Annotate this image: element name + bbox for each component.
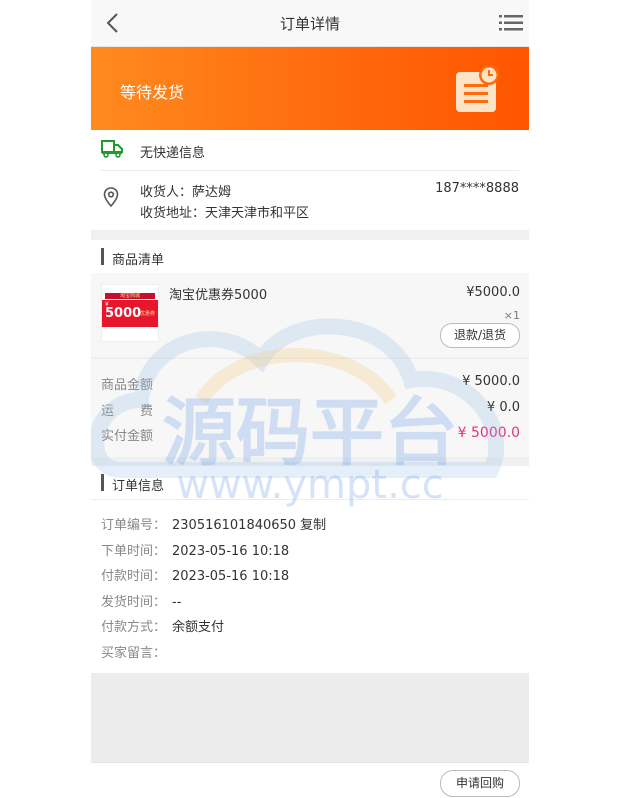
order-status-banner: 等待发货	[91, 47, 529, 130]
pay-time-row: 付款时间： 2023-05-16 10:18	[101, 565, 289, 584]
delivery-status-text: 无快递信息	[140, 146, 206, 161]
copy-button[interactable]: 复制	[300, 518, 326, 533]
order-time-row: 下单时间： 2023-05-16 10:18	[101, 540, 289, 559]
order-info-section-header: 订单信息	[91, 466, 529, 500]
info-label: 发货时间：	[101, 595, 167, 610]
amount-label: 实付金额	[101, 429, 154, 444]
info-label: 下单时间：	[101, 544, 167, 559]
receiver-name: 收货人：萨达姆	[140, 185, 232, 200]
order-status-text: 等待发货	[120, 83, 185, 102]
divider	[101, 170, 519, 171]
coupon-card: ¥ 5000 优惠券	[102, 300, 158, 327]
info-label: 订单编号：	[101, 518, 167, 533]
refund-button[interactable]: 退款/退货	[440, 323, 520, 348]
info-value: 2023-05-16 10:18	[172, 544, 290, 559]
pay-method-row: 付款方式： 余额支付	[101, 616, 224, 635]
location-pin-icon	[103, 187, 119, 207]
product-item[interactable]: 淘宝商城 ¥ 5000 优惠券 淘宝优惠券5000 ¥5000.0 ×1 退款/…	[91, 273, 529, 357]
section-marker	[101, 248, 104, 265]
info-label: 买家留言：	[101, 646, 167, 661]
product-quantity: ×1	[503, 309, 520, 322]
goods-section-title: 商品清单	[112, 253, 165, 268]
coupon-amount: 5000	[105, 306, 142, 321]
coupon-top-text: 淘宝商城	[105, 293, 155, 299]
amount-label: 商品金额	[101, 378, 154, 393]
clipboard-clock-icon	[456, 65, 499, 112]
paid-amount-value: ¥ 5000.0	[457, 425, 520, 441]
delivery-address-card: 无快递信息 收货人：萨达姆 187****8888 收货地址：天津天津市和平区	[91, 130, 529, 230]
receiver-phone: 187****8888	[435, 181, 519, 196]
order-info-section-title: 订单信息	[112, 479, 165, 494]
info-value: 余额支付	[172, 620, 225, 635]
goods-section-header: 商品清单	[91, 240, 529, 274]
product-price: ¥5000.0	[466, 285, 520, 300]
mobile-page: 订单详情 等待发货 无快递信息 收货人：萨达姆 187****8888 收货地址…	[91, 0, 529, 798]
amount-label: 运 费	[101, 404, 154, 419]
bottom-action-bar: 申请回购	[91, 762, 529, 798]
amount-row-goods: 商品金额 ¥ 5000.0	[101, 374, 520, 394]
order-number-row: 订单编号： 230516101840650 复制	[101, 514, 326, 533]
amount-value: ¥ 0.0	[486, 400, 520, 415]
delivery-row[interactable]: 无快递信息	[91, 130, 529, 170]
amount-summary: 商品金额 ¥ 5000.0 运 费 ¥ 0.0 实付金额 ¥ 5000.0	[91, 358, 529, 457]
product-thumbnail[interactable]: 淘宝商城 ¥ 5000 优惠券	[101, 284, 159, 342]
info-label: 付款方式：	[101, 620, 167, 635]
amount-row-paid: 实付金额 ¥ 5000.0	[101, 425, 520, 445]
truck-icon	[101, 140, 123, 158]
amount-row-shipping: 运 费 ¥ 0.0	[101, 400, 520, 420]
page-title: 订单详情	[279, 15, 340, 33]
info-value: --	[172, 595, 182, 610]
section-marker	[101, 474, 104, 491]
ship-time-row: 发货时间： --	[101, 591, 181, 610]
coupon-tag: 优惠券	[140, 311, 156, 317]
receiver-address: 收货地址：天津天津市和平区	[140, 206, 310, 221]
repurchase-button[interactable]: 申请回购	[440, 770, 520, 797]
order-number: 230516101840650	[172, 518, 297, 533]
list-icon[interactable]	[499, 12, 523, 34]
info-value: 2023-05-16 10:18	[172, 569, 290, 584]
amount-value: ¥ 5000.0	[462, 374, 520, 389]
top-nav-bar: 订单详情	[91, 0, 529, 47]
buyer-message-row: 买家留言：	[101, 642, 172, 661]
order-info-list: 订单编号： 230516101840650 复制 下单时间： 2023-05-16 1…	[91, 500, 529, 673]
product-name[interactable]: 淘宝优惠券5000	[169, 284, 267, 303]
info-label: 付款时间：	[101, 569, 167, 584]
empty-area	[91, 673, 529, 762]
